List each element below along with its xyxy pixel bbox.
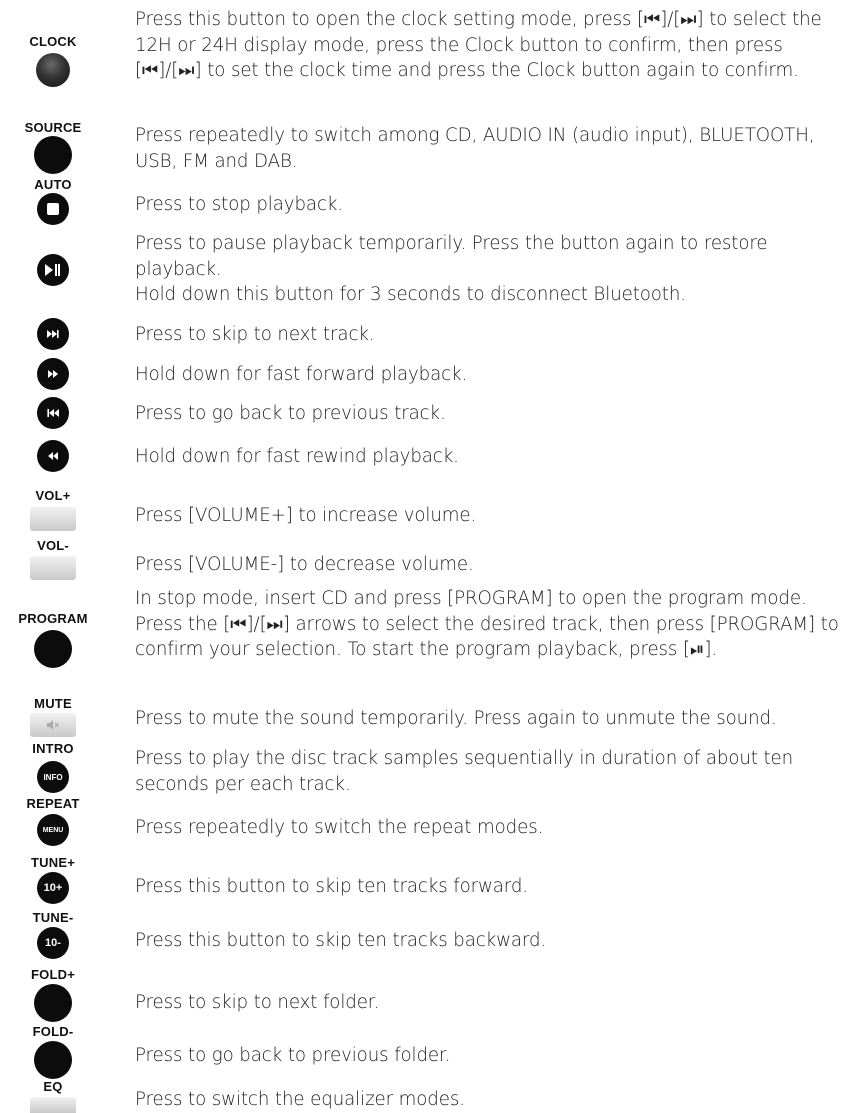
- play-pause-icon: [45, 264, 60, 276]
- ten-plus-button[interactable]: 10+: [37, 872, 69, 904]
- mute-description: Press to mute the sound temporarily. Pre…: [135, 708, 777, 729]
- info-button[interactable]: INFO: [37, 761, 69, 793]
- clock-button[interactable]: [36, 53, 70, 87]
- play-pause-description: Press to pause playback temporarily. Pre…: [135, 233, 768, 305]
- repeat-label: REPEAT: [26, 796, 80, 811]
- program-description: In stop mode, insert CD and press [PROGR…: [135, 588, 839, 660]
- fast-forward-description: Hold down for fast forward playback.: [135, 364, 468, 385]
- auto-label: AUTO: [34, 177, 72, 192]
- source-description: Press repeatedly to switch among CD, AUD…: [135, 125, 815, 172]
- rewind-icon: [48, 452, 58, 460]
- source-label: SOURCE: [24, 120, 82, 135]
- fold-down-description: Press to go back to previous folder.: [135, 1045, 451, 1066]
- stop-button[interactable]: [37, 193, 69, 225]
- clock-label: CLOCK: [29, 34, 77, 49]
- next-track-description: Press to skip to next track.: [135, 324, 375, 345]
- mute-label: MUTE: [34, 696, 72, 711]
- rewind-description: Hold down for fast rewind playback.: [135, 446, 459, 467]
- info-button-text: INFO: [43, 772, 63, 782]
- stop-icon: [47, 203, 59, 215]
- speaker-mute-icon: [47, 720, 59, 730]
- previous-track-icon: [47, 409, 59, 417]
- next-track-button[interactable]: [37, 318, 69, 350]
- next-track-icon: [47, 330, 59, 338]
- repeat-description: Press repeatedly to switch the repeat mo…: [135, 817, 544, 838]
- fast-forward-icon: [48, 370, 58, 378]
- fast-forward-button[interactable]: [37, 358, 69, 390]
- eq-label: EQ: [43, 1079, 63, 1094]
- ten-plus-button-text: 10+: [43, 882, 63, 894]
- tune-up-description: Press this button to skip ten tracks for…: [135, 876, 528, 897]
- rewind-button[interactable]: [37, 440, 69, 472]
- volume-up-button[interactable]: [30, 507, 76, 531]
- eq-description: Press to switch the equalizer modes.: [135, 1089, 465, 1110]
- intro-label: INTRO: [32, 741, 74, 756]
- fold-down-button[interactable]: [34, 1041, 72, 1079]
- fold-up-description: Press to skip to next folder.: [135, 992, 380, 1013]
- source-button[interactable]: [34, 136, 72, 174]
- volume-up-description: Press [VOLUME+] to increase volume.: [135, 505, 477, 526]
- play-pause-button[interactable]: [37, 254, 69, 286]
- previous-track-button[interactable]: [37, 397, 69, 429]
- fold-up-button[interactable]: [34, 984, 72, 1022]
- tune-down-label: TUNE-: [32, 910, 74, 925]
- fold-up-label: FOLD+: [31, 967, 75, 982]
- mute-button[interactable]: [30, 713, 76, 737]
- vol-up-label: VOL+: [35, 488, 71, 503]
- tune-down-description: Press this button to skip ten tracks bac…: [135, 930, 547, 951]
- vol-down-label: VOL-: [37, 538, 69, 553]
- menu-button-text: MENU: [42, 826, 64, 834]
- volume-down-button[interactable]: [30, 556, 76, 580]
- menu-button[interactable]: MENU: [37, 814, 69, 846]
- fold-down-label: FOLD-: [32, 1024, 74, 1039]
- ten-minus-button-text: 10-: [45, 937, 61, 949]
- clock-description: Press this button to open the clock sett…: [135, 9, 822, 81]
- previous-track-description: Press to go back to previous track.: [135, 403, 446, 424]
- program-button[interactable]: [34, 630, 72, 668]
- ten-minus-button[interactable]: 10-: [37, 927, 69, 959]
- auto-description: Press to stop playback.: [135, 194, 343, 215]
- tune-up-label: TUNE+: [31, 855, 75, 870]
- program-label: PROGRAM: [18, 611, 88, 626]
- volume-down-description: Press [VOLUME-] to decrease volume.: [135, 554, 474, 575]
- eq-button[interactable]: [30, 1097, 76, 1113]
- intro-description: Press to play the disc track samples seq…: [135, 748, 794, 795]
